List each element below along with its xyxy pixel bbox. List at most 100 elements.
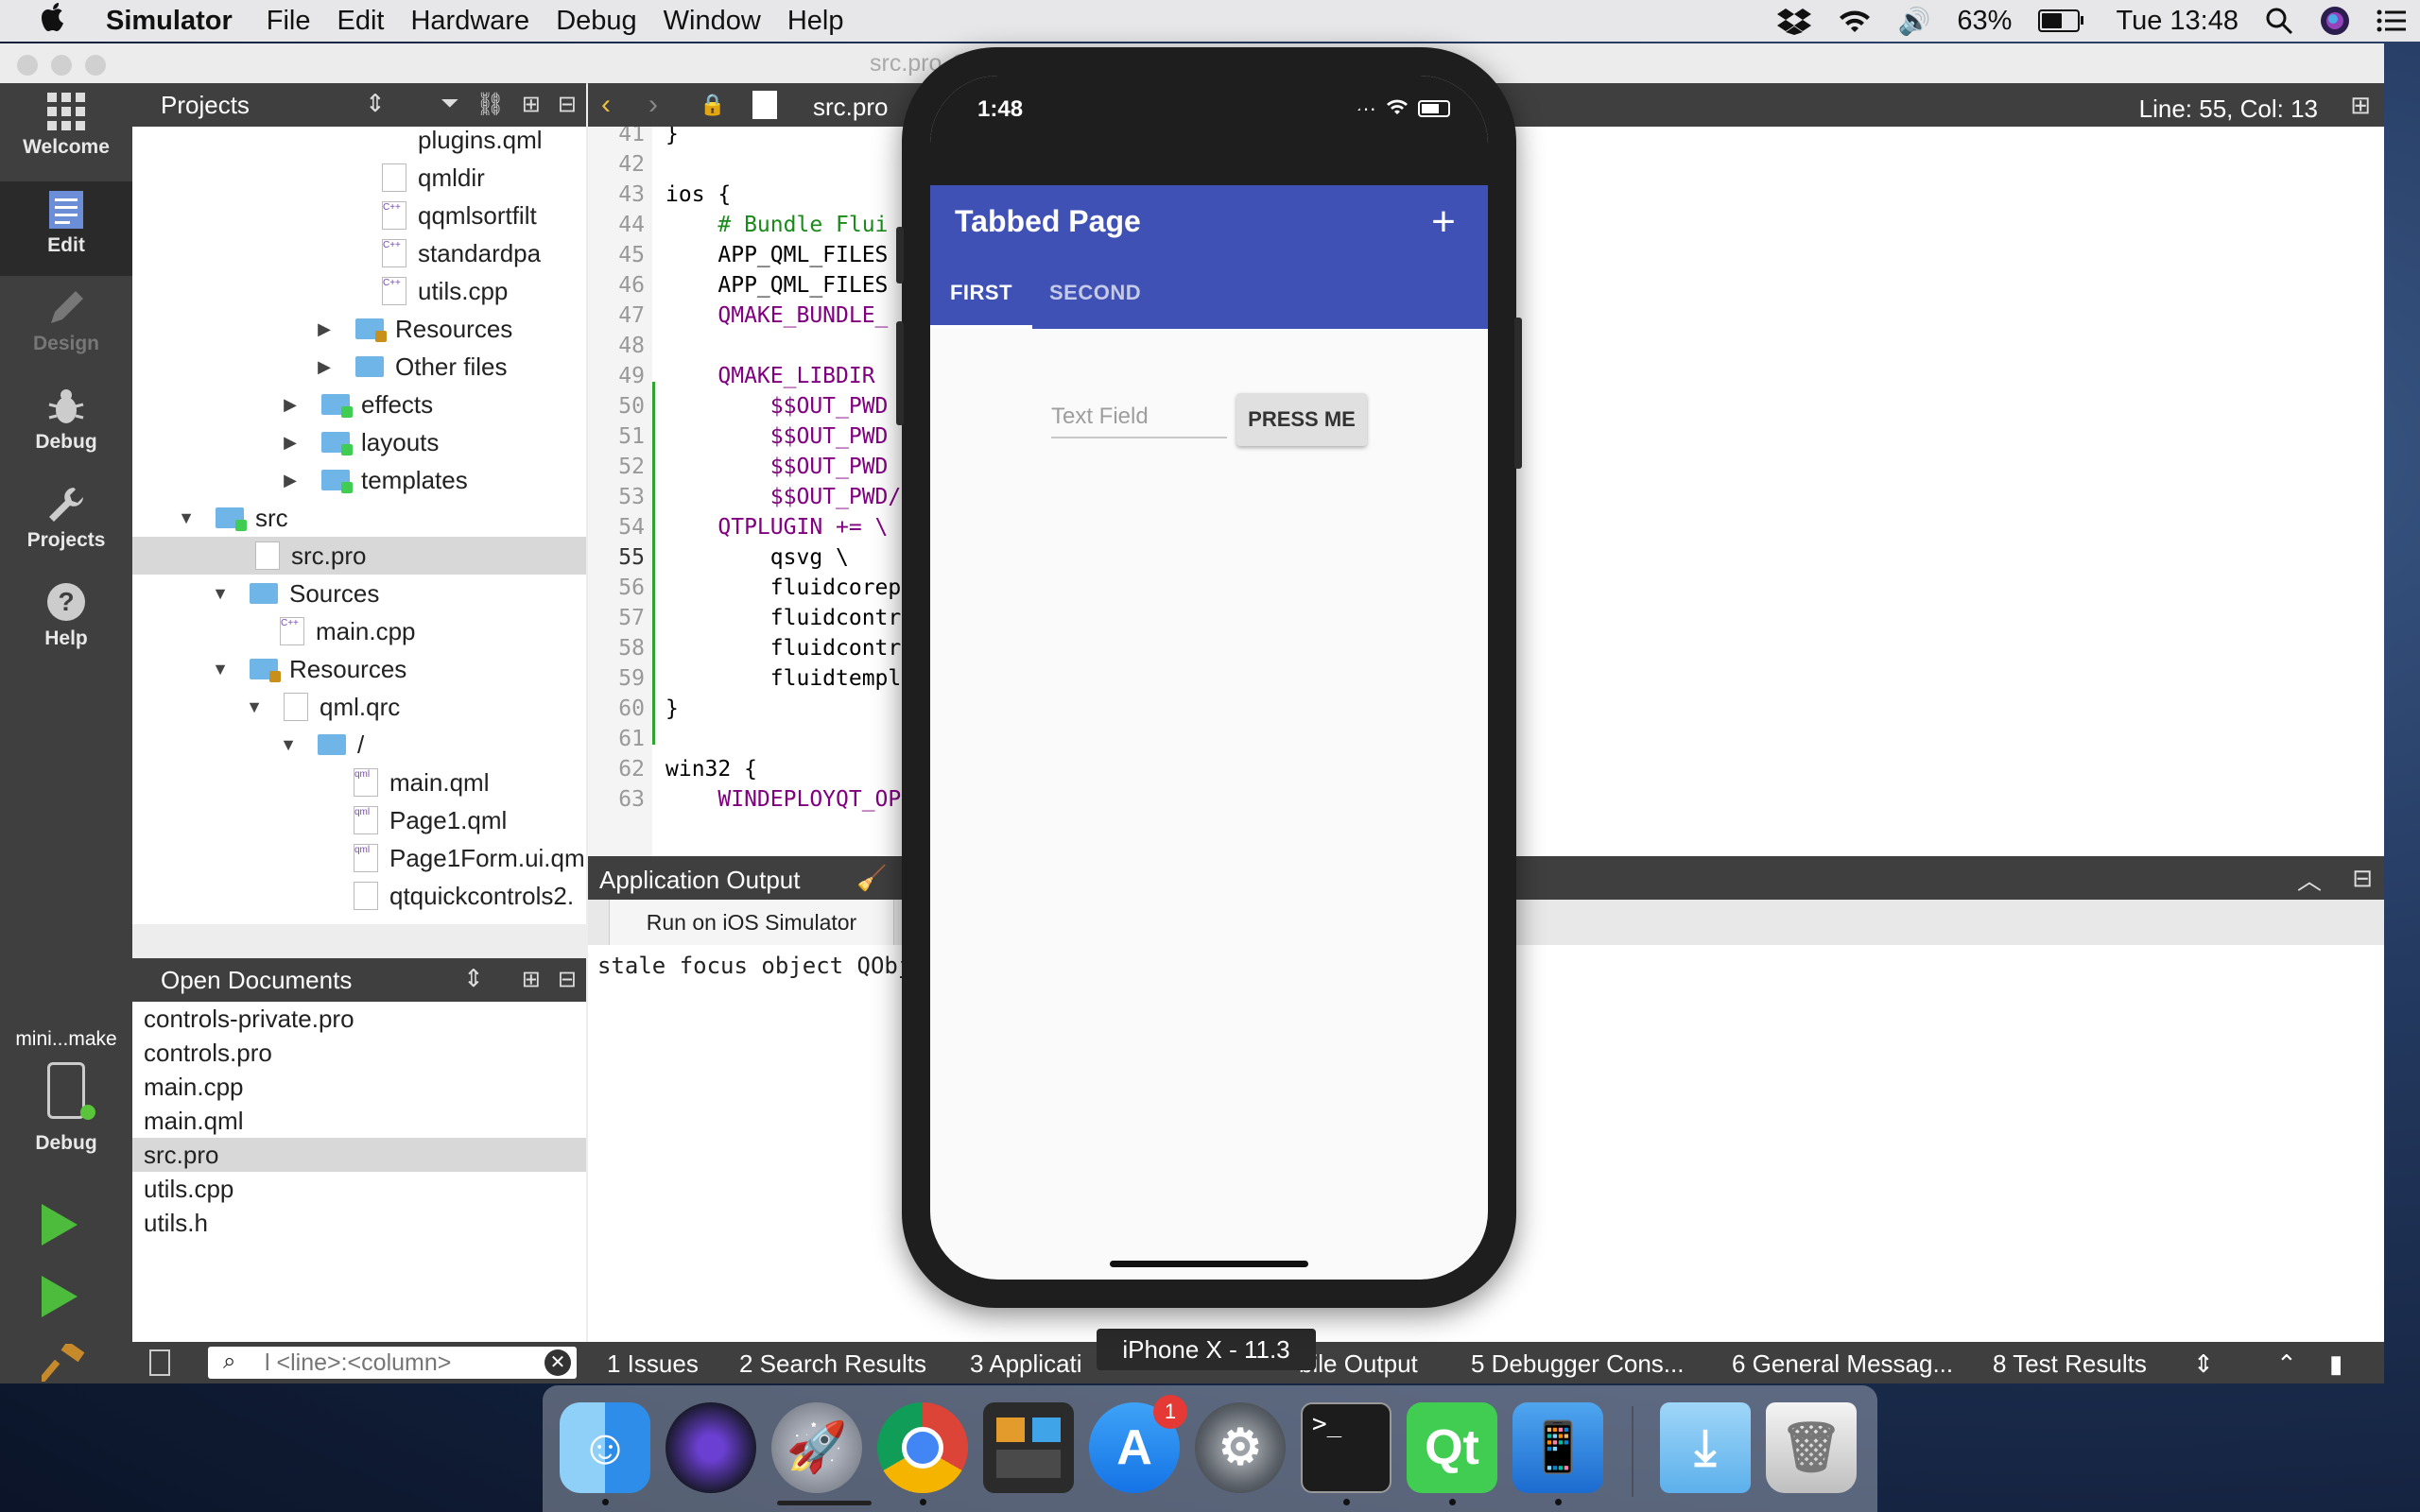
- close-panel-icon[interactable]: ⊟: [558, 966, 577, 993]
- collapse-arrow-icon[interactable]: ▼: [174, 508, 199, 528]
- filter-icon[interactable]: ⏷: [441, 91, 458, 118]
- dock-activity-monitor[interactable]: [983, 1402, 1074, 1493]
- pane-issues[interactable]: 1 Issues: [607, 1349, 699, 1379]
- tree-item[interactable]: qmldir: [132, 159, 586, 197]
- clear-icon[interactable]: ✕: [544, 1349, 571, 1376]
- menu-file[interactable]: File: [267, 6, 337, 37]
- dock-app-store[interactable]: A 1: [1089, 1395, 1187, 1493]
- dock-chrome[interactable]: [877, 1402, 968, 1493]
- locator-input[interactable]: [263, 1349, 541, 1378]
- dock-qt-creator[interactable]: Qt: [1407, 1402, 1497, 1493]
- pane-search-results[interactable]: 2 Search Results: [739, 1349, 926, 1379]
- maximize-pane-icon[interactable]: ︿: [2297, 862, 2322, 897]
- pane-general-messages[interactable]: 6 General Messag...: [1732, 1349, 1953, 1379]
- tree-item[interactable]: ▼ qml.qrc: [132, 688, 586, 726]
- tree-item[interactable]: plugins.qml: [132, 127, 586, 159]
- tree-item[interactable]: qtquickcontrols2.: [132, 877, 586, 915]
- mode-welcome[interactable]: Welcome: [0, 83, 132, 178]
- tab-first[interactable]: FIRST: [930, 268, 1032, 329]
- open-document-item[interactable]: main.cpp: [132, 1070, 586, 1104]
- locator[interactable]: ⌕ ✕: [208, 1347, 577, 1379]
- tree-item[interactable]: ▶ effects: [132, 386, 586, 423]
- mode-debug[interactable]: Debug: [0, 378, 132, 472]
- pane-application-output[interactable]: 3 Applicati: [970, 1349, 1082, 1379]
- open-documents-title[interactable]: Open Documents: [132, 966, 352, 995]
- chevron-updown-icon[interactable]: ⇕: [2193, 1349, 2214, 1379]
- menu-help[interactable]: Help: [787, 6, 871, 37]
- dropbox-icon[interactable]: [1776, 7, 1811, 35]
- split-editor-icon[interactable]: ⊞: [2350, 91, 2371, 120]
- volume-icon[interactable]: 🔊: [1898, 6, 1931, 37]
- zoom-window-button[interactable]: [85, 55, 106, 76]
- toggle-right-sidebar-icon[interactable]: ▮: [2329, 1349, 2342, 1379]
- forward-arrow-icon[interactable]: ›: [648, 89, 658, 121]
- collapse-arrow-icon[interactable]: ▼: [276, 735, 301, 755]
- build-button[interactable]: [36, 1340, 87, 1383]
- open-document-item-selected[interactable]: src.pro: [132, 1138, 586, 1172]
- tree-item[interactable]: qml Page1Form.ui.qm: [132, 839, 586, 877]
- notification-center-icon[interactable]: [2377, 9, 2407, 33]
- menu-debug[interactable]: Debug: [556, 6, 663, 37]
- tree-item[interactable]: C++ utils.cpp: [132, 272, 586, 310]
- mode-help[interactable]: ? Help: [0, 575, 132, 669]
- tree-item[interactable]: ▶ layouts: [132, 423, 586, 461]
- expand-arrow-icon[interactable]: ▶: [278, 471, 302, 490]
- mode-edit[interactable]: Edit: [0, 181, 132, 276]
- dock-trash[interactable]: 🗑: [1766, 1402, 1857, 1493]
- open-document-item[interactable]: utils.h: [132, 1206, 586, 1240]
- tree-item[interactable]: ▼ Resources: [132, 650, 586, 688]
- close-panel-icon[interactable]: ⊟: [558, 91, 577, 118]
- wifi-icon[interactable]: [1838, 8, 1872, 34]
- open-document-item[interactable]: main.qml: [132, 1104, 586, 1138]
- tree-item[interactable]: C++ standardpa: [132, 234, 586, 272]
- split-icon[interactable]: ⊞: [522, 91, 541, 118]
- projects-title[interactable]: Projects: [132, 91, 250, 120]
- add-button[interactable]: +: [1420, 198, 1467, 246]
- debug-run-button[interactable]: [42, 1276, 87, 1321]
- siri-icon[interactable]: [2320, 6, 2350, 36]
- maximize-output-icon[interactable]: ⌃: [2276, 1349, 2297, 1379]
- pane-test-results[interactable]: 8 Test Results: [1993, 1349, 2147, 1379]
- clear-output-icon[interactable]: 🧹: [856, 864, 887, 893]
- output-tab-run[interactable]: Run on iOS Simulator: [609, 900, 894, 945]
- split-icon[interactable]: ⊞: [522, 966, 541, 993]
- close-window-button[interactable]: [17, 55, 38, 76]
- menu-hardware[interactable]: Hardware: [410, 6, 556, 37]
- dock-siri[interactable]: [666, 1402, 756, 1493]
- chevron-updown-icon[interactable]: ⇕: [463, 964, 484, 993]
- close-pane-icon[interactable]: ⊟: [2352, 864, 2373, 893]
- chevron-updown-icon[interactable]: ⇕: [365, 89, 386, 118]
- link-icon[interactable]: ⛓: [475, 91, 504, 118]
- tree-item[interactable]: ▶ Other files: [132, 348, 586, 386]
- run-button[interactable]: [42, 1204, 87, 1249]
- expand-arrow-icon[interactable]: ▶: [278, 433, 302, 453]
- menu-window[interactable]: Window: [664, 6, 787, 37]
- open-document-item[interactable]: controls-private.pro: [132, 1002, 586, 1036]
- dock-system-preferences[interactable]: ⚙: [1195, 1402, 1286, 1493]
- collapse-arrow-icon[interactable]: ▼: [208, 584, 233, 604]
- collapse-arrow-icon[interactable]: ▼: [242, 697, 267, 717]
- dock-terminal[interactable]: >_: [1301, 1402, 1392, 1493]
- tree-item[interactable]: C++ qqmlsortfilt: [132, 197, 586, 234]
- press-me-button[interactable]: PRESS ME: [1236, 393, 1367, 446]
- tab-second[interactable]: SECOND: [1049, 268, 1141, 329]
- toggle-sidebar-icon[interactable]: [149, 1349, 170, 1376]
- tree-item[interactable]: C++ main.cpp: [132, 612, 586, 650]
- dock-finder[interactable]: ☺: [560, 1402, 650, 1493]
- menu-clock[interactable]: Tue 13:48: [2116, 6, 2238, 37]
- menu-app-name[interactable]: Simulator: [106, 6, 267, 37]
- tree-item[interactable]: ▼ src: [132, 499, 586, 537]
- dock-downloads[interactable]: ⤓: [1660, 1402, 1751, 1493]
- kit-selector[interactable]: mini...make Debug: [0, 1028, 132, 1155]
- apple-icon[interactable]: [28, 1, 78, 41]
- tree-item[interactable]: qml main.qml: [132, 764, 586, 801]
- dock-launchpad[interactable]: 🚀: [771, 1402, 862, 1493]
- open-document-item[interactable]: controls.pro: [132, 1036, 586, 1070]
- collapse-arrow-icon[interactable]: ▼: [208, 660, 233, 679]
- expand-arrow-icon[interactable]: ▶: [312, 319, 337, 339]
- tree-item-selected[interactable]: src.pro: [132, 537, 586, 575]
- expand-arrow-icon[interactable]: ▶: [278, 395, 302, 415]
- side-button[interactable]: [1514, 318, 1522, 469]
- open-document-item[interactable]: utils.cpp: [132, 1172, 586, 1206]
- tree-item[interactable]: ▶ templates: [132, 461, 586, 499]
